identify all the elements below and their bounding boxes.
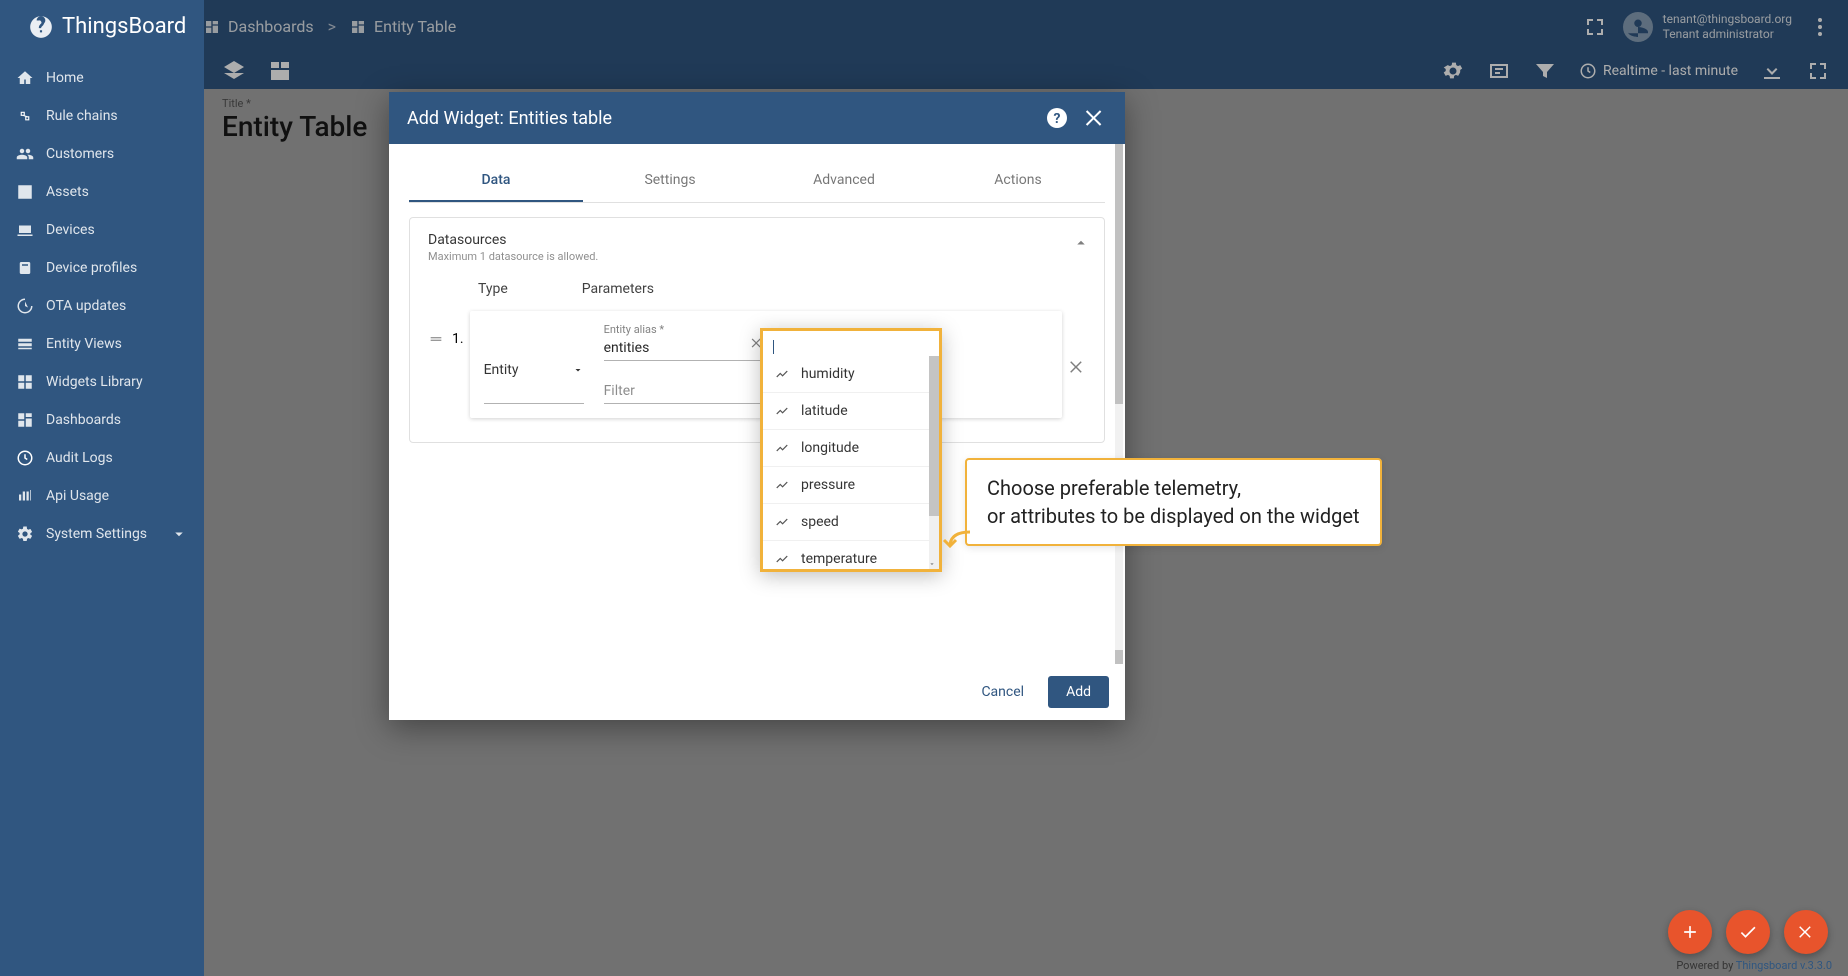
dropdown-option-latitude[interactable]: latitude <box>763 392 939 429</box>
sidebar-item-customers[interactable]: Customers <box>0 135 204 173</box>
fab-row <box>1668 910 1828 954</box>
tab-settings[interactable]: Settings <box>583 160 757 202</box>
fab-add[interactable] <box>1668 910 1712 954</box>
timeseries-icon <box>775 552 789 566</box>
sidebar-item-ota-updates[interactable]: OTA updates <box>0 287 204 325</box>
entity-views-icon <box>16 335 34 353</box>
audit-logs-icon <box>16 449 34 467</box>
hint-callout: Choose preferable telemetry, or attribut… <box>965 458 1382 546</box>
app-name: ThingsBoard <box>62 14 186 39</box>
type-select[interactable]: Entity <box>484 323 584 404</box>
api-usage-icon <box>16 487 34 505</box>
add-button[interactable]: Add <box>1048 676 1109 708</box>
fab-apply[interactable] <box>1726 910 1770 954</box>
dropdown-option-temperature[interactable]: temperature <box>763 540 939 572</box>
sidebar-item-devices[interactable]: Devices <box>0 211 204 249</box>
dropdown-option-speed[interactable]: speed <box>763 503 939 540</box>
timeseries-icon <box>775 515 789 529</box>
app-logo[interactable]: ThingsBoard <box>0 14 204 40</box>
collapse-icon[interactable] <box>1072 234 1090 256</box>
widgets-icon <box>16 373 34 391</box>
sidebar-item-assets[interactable]: Assets <box>0 173 204 211</box>
timeseries-icon <box>775 441 789 455</box>
sidebar-item-system-settings[interactable]: System Settings <box>0 515 204 553</box>
ota-updates-icon <box>16 297 34 315</box>
entity-alias-input[interactable] <box>604 340 744 356</box>
filter-field[interactable]: Filter <box>604 369 764 404</box>
dialog-actions: Cancel Add <box>389 664 1125 720</box>
chevron-down-icon <box>170 525 188 543</box>
rule-chains-icon <box>16 107 34 125</box>
sidebar: Home Rule chains Customers Assets Device… <box>0 53 204 976</box>
telemetry-options: humidity latitude longitude pressure spe… <box>760 356 942 572</box>
sidebar-item-home[interactable]: Home <box>0 59 204 97</box>
scroll-down-icon[interactable] <box>927 559 937 569</box>
timeseries-icon <box>775 478 789 492</box>
datasources-title: Datasources <box>428 232 1086 248</box>
sidebar-item-entity-views[interactable]: Entity Views <box>0 325 204 363</box>
tab-data[interactable]: Data <box>409 160 583 202</box>
svg-text:?: ? <box>1054 111 1061 127</box>
settings-icon <box>16 525 34 543</box>
home-icon <box>16 69 34 87</box>
datasources-hint: Maximum 1 datasource is allowed. <box>428 250 1086 263</box>
remove-datasource-icon[interactable] <box>1068 358 1086 380</box>
dialog-tabs: Data Settings Advanced Actions <box>409 160 1105 203</box>
timeseries-icon <box>775 367 789 381</box>
logo-icon <box>28 14 54 40</box>
help-icon[interactable]: ? <box>1045 106 1069 130</box>
hint-arrow-icon <box>942 528 972 550</box>
footer: Powered by Thingsboard v.3.3.0 <box>1676 959 1832 972</box>
devices-icon <box>16 221 34 239</box>
dropdown-option-pressure[interactable]: pressure <box>763 466 939 503</box>
sidebar-item-device-profiles[interactable]: Device profiles <box>0 249 204 287</box>
sidebar-item-rule-chains[interactable]: Rule chains <box>0 97 204 135</box>
dashboards-icon <box>16 411 34 429</box>
device-profiles-icon <box>16 259 34 277</box>
dropdown-scrollbar[interactable] <box>929 356 939 569</box>
col-parameters: Parameters <box>582 281 654 297</box>
col-type: Type <box>478 281 508 297</box>
dialog-body: Data Settings Advanced Actions Datasourc… <box>389 144 1125 664</box>
sidebar-item-widgets-library[interactable]: Widgets Library <box>0 363 204 401</box>
telemetry-dropdown: humidity latitude longitude pressure spe… <box>760 328 942 572</box>
datasource-row: 1. Entity Entity alias * Filter <box>428 311 1086 418</box>
tab-advanced[interactable]: Advanced <box>757 160 931 202</box>
telemetry-input[interactable] <box>760 328 942 356</box>
row-number: 1. <box>452 331 464 347</box>
close-icon[interactable] <box>1083 106 1107 130</box>
assets-icon <box>16 183 34 201</box>
dropdown-option-longitude[interactable]: longitude <box>763 429 939 466</box>
dialog-scrollbar[interactable] <box>1115 144 1123 664</box>
fab-cancel[interactable] <box>1784 910 1828 954</box>
entity-alias-field[interactable]: Entity alias * <box>604 323 764 361</box>
dialog-header: Add Widget: Entities table ? <box>389 92 1125 144</box>
datasources-card: Datasources Maximum 1 datasource is allo… <box>409 217 1105 443</box>
footer-link[interactable]: Thingsboard v.3.3.0 <box>1736 959 1832 972</box>
dropdown-option-humidity[interactable]: humidity <box>763 356 939 392</box>
cancel-button[interactable]: Cancel <box>967 676 1038 708</box>
timeseries-icon <box>775 404 789 418</box>
tab-actions[interactable]: Actions <box>931 160 1105 202</box>
sidebar-item-audit-logs[interactable]: Audit Logs <box>0 439 204 477</box>
customers-icon <box>16 145 34 163</box>
sidebar-item-api-usage[interactable]: Api Usage <box>0 477 204 515</box>
drag-handle-icon[interactable] <box>428 331 444 351</box>
dialog-title: Add Widget: Entities table <box>407 108 1045 129</box>
add-widget-dialog: Add Widget: Entities table ? Data Settin… <box>389 92 1125 720</box>
chevron-down-icon <box>572 364 584 376</box>
sidebar-item-dashboards[interactable]: Dashboards <box>0 401 204 439</box>
